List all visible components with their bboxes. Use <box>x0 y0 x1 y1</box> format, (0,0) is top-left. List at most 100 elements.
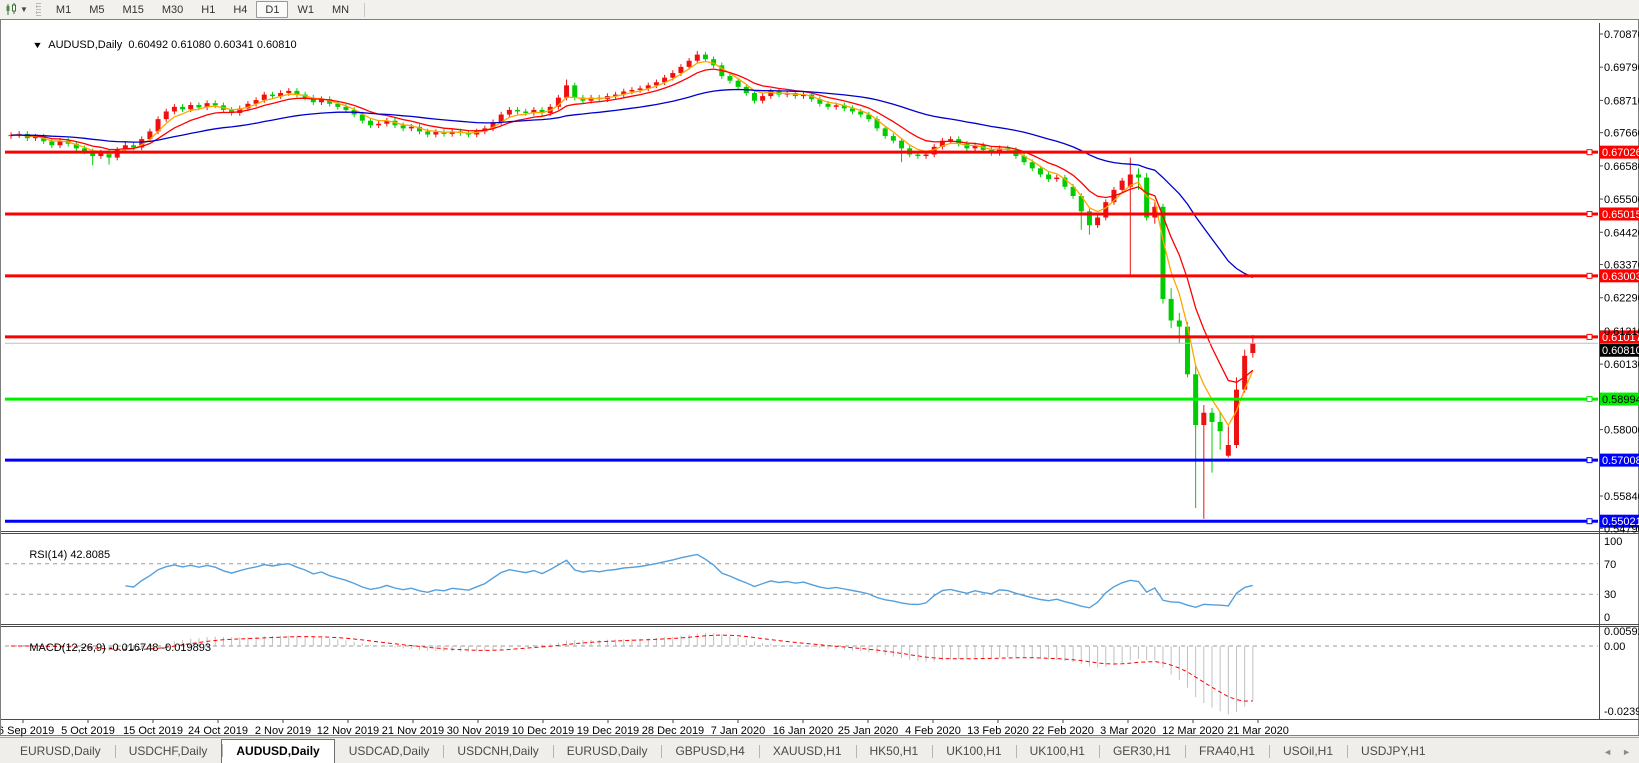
x-axis-date-label: 21 Mar 2020 <box>1227 725 1289 737</box>
x-axis-date-label: 13 Feb 2020 <box>967 725 1029 737</box>
y-axis-tick-label: 0.60130 <box>1604 359 1639 371</box>
toolbar-drag-handle[interactable] <box>35 3 41 16</box>
chart-tab-hk50-h1[interactable]: HK50,H1 <box>855 741 933 763</box>
chart-tab-uk100-h1[interactable]: UK100,H1 <box>932 741 1015 763</box>
chart-tab-ger30-h1[interactable]: GER30,H1 <box>1098 741 1185 763</box>
x-axis-labels: 26 Sep 2019 5 Oct 2019 15 Oct 2019 24 Oct 2… <box>1 719 1289 737</box>
macd-indicator-label: MACD(12,26,9) -0.016748 -0.019893 <box>11 630 211 666</box>
rsi-axis-label: 100 <box>1604 536 1622 548</box>
price-line-badge-label: 0.58994 <box>1602 394 1639 406</box>
macd-axis-label: 0.005923 <box>1604 626 1639 638</box>
price-line-badge-label: 0.57008 <box>1602 455 1639 467</box>
chart-tab-uk100-h1[interactable]: UK100,H1 <box>1015 741 1099 763</box>
x-axis-date-label: 5 Oct 2019 <box>61 725 115 737</box>
y-axis-tick-label: 0.61210 <box>1604 326 1639 338</box>
current-price-label: 0.60810 <box>1602 345 1639 357</box>
timeframe-button-m5[interactable]: M5 <box>80 1 113 18</box>
rsi-indicator-label: RSI(14) 42.8085 <box>11 537 110 573</box>
y-axis-tick-label: 0.64420 <box>1604 227 1639 239</box>
chart-tab-bar: EURUSD,Daily USDCHF,Daily AUDUSD,Daily USDC… <box>0 737 1639 763</box>
chart-tab-usdchf-daily[interactable]: USDCHF,Daily <box>114 741 222 763</box>
chart-tab-usoil-h1[interactable]: USOil,H1 <box>1269 741 1347 763</box>
y-axis-tick-label: 0.62290 <box>1604 293 1639 305</box>
x-axis-date-label: 24 Oct 2019 <box>188 725 248 737</box>
x-axis-date-label: 28 Dec 2019 <box>642 725 704 737</box>
price-line-handle[interactable] <box>1586 518 1593 525</box>
chart-ohlc-values: 0.60492 0.61080 0.60341 0.60810 <box>128 39 297 51</box>
rsi-axis-label: 30 <box>1604 589 1616 601</box>
chart-tab-audusd-daily[interactable]: AUDUSD,Daily <box>221 739 335 763</box>
price-line-handle[interactable] <box>1586 272 1593 279</box>
x-axis-date-label: 30 Nov 2019 <box>447 725 509 737</box>
chart-tab-usdjpy-h1[interactable]: USDJPY,H1 <box>1347 741 1439 763</box>
timeframe-button-h1[interactable]: H1 <box>192 1 224 18</box>
chart-symbol-label: AUDUSD,Daily <box>48 39 123 51</box>
price-line-handle[interactable] <box>1586 457 1593 464</box>
rsi-value: 42.8085 <box>70 549 111 561</box>
y-axis-tick-label: 0.58000 <box>1604 425 1639 437</box>
chart-tab-fra40-h1[interactable]: FRA40,H1 <box>1184 741 1269 763</box>
x-axis-date-label: 12 Nov 2019 <box>317 725 379 737</box>
y-axis-tick-label: 0.69790 <box>1604 62 1639 74</box>
chart-tab-eurusd-daily[interactable]: EURUSD,Daily <box>552 741 662 763</box>
x-axis-date-label: 2 Nov 2019 <box>255 725 311 737</box>
timeframe-button-h4[interactable]: H4 <box>224 1 256 18</box>
chart-tab-usdcad-daily[interactable]: USDCAD,Daily <box>335 741 444 763</box>
timeframe-button-m15[interactable]: M15 <box>113 1 152 18</box>
y-axis-tick-label: 0.54790 <box>1604 523 1639 535</box>
x-axis-date-label: 25 Jan 2020 <box>838 725 899 737</box>
price-line-handle[interactable] <box>1586 149 1593 156</box>
y-axis-tick-label: 0.55840 <box>1604 491 1639 503</box>
timeframe-toolbar: ▼ M1 M5 M15 M30 H1 H4 D1 W1 MN <box>0 0 1639 19</box>
macd-name: MACD(12,26,9) <box>29 642 106 654</box>
y-axis-tick-label: 0.70870 <box>1604 29 1639 41</box>
x-axis-date-label: 15 Oct 2019 <box>123 725 183 737</box>
chart-window: ▼ AUDUSD,Daily 0.60492 0.61080 0.60341 0.… <box>0 19 1639 737</box>
x-axis-date-label: 16 Jan 2020 <box>773 725 834 737</box>
x-axis-date-label: 7 Jan 2020 <box>711 725 765 737</box>
chart-tab-usdcnh-daily[interactable]: USDCNH,Daily <box>443 741 552 763</box>
chart-title: ▼ AUDUSD,Daily 0.60492 0.61080 0.60341 0.… <box>15 27 297 63</box>
x-axis-date-label: 4 Feb 2020 <box>905 725 961 737</box>
chart-canvas[interactable]: 0.670260.650150.630030.610170.589940.570… <box>1 20 1639 737</box>
y-axis-tick-label: 0.66580 <box>1604 161 1639 173</box>
macd-axis-label: 0.00 <box>1604 641 1625 653</box>
collapse-triangle-icon[interactable]: ▼ <box>32 40 43 50</box>
y-axis-tick-label: 0.68710 <box>1604 95 1639 107</box>
x-axis-date-label: 10 Dec 2019 <box>512 725 574 737</box>
chart-tab-xauusd-h1[interactable]: XAUUSD,H1 <box>758 741 856 763</box>
price-line-badge-label: 0.63003 <box>1602 271 1639 283</box>
tab-scroll-right-icon[interactable]: ► <box>1622 747 1631 757</box>
price-line-handle[interactable] <box>1586 210 1593 217</box>
toolbar-separator <box>364 2 366 17</box>
price-line-handle[interactable] <box>1586 333 1593 340</box>
y-axis-tick-label: 0.67660 <box>1604 128 1639 140</box>
app-window: ▼ M1 M5 M15 M30 H1 H4 D1 W1 MN ▼ AUDUSD,Daily 0.6… <box>0 0 1639 763</box>
chart-tab-gbpusd-h4[interactable]: GBPUSD,H4 <box>661 741 758 763</box>
rsi-axis-label: 70 <box>1604 559 1616 571</box>
timeframe-button-d1[interactable]: D1 <box>256 1 289 18</box>
chevron-down-icon[interactable]: ▼ <box>20 5 28 14</box>
macd-values: -0.016748 -0.019893 <box>108 642 211 654</box>
price-line-badge-label: 0.65015 <box>1602 209 1639 221</box>
rsi-name: RSI(14) <box>29 549 68 561</box>
x-axis-date-label: 21 Nov 2019 <box>382 725 444 737</box>
candlestick-chart-icon[interactable] <box>3 2 19 17</box>
timeframe-button-m30[interactable]: M30 <box>153 1 192 18</box>
timeframe-button-m1[interactable]: M1 <box>47 1 80 18</box>
x-axis-date-label: 19 Dec 2019 <box>577 725 639 737</box>
price-line-handle[interactable] <box>1586 396 1593 403</box>
price-line-badge-label: 0.67026 <box>1602 147 1639 159</box>
chart-tab-eurusd-daily[interactable]: EURUSD,Daily <box>6 741 115 763</box>
tab-scroll-left-icon[interactable]: ◄ <box>1603 747 1612 757</box>
y-axis-tick-label: 0.63370 <box>1604 260 1639 272</box>
x-axis-date-label: 3 Mar 2020 <box>1100 725 1156 737</box>
x-axis-date-label: 22 Feb 2020 <box>1032 725 1094 737</box>
timeframe-button-mn[interactable]: MN <box>323 1 358 18</box>
plot-background <box>4 23 1600 719</box>
x-axis-date-label: 12 Mar 2020 <box>1162 725 1224 737</box>
rsi-axis-label: 0 <box>1604 612 1610 624</box>
timeframe-button-w1[interactable]: W1 <box>288 1 323 18</box>
macd-axis-label: -0.023944 <box>1604 706 1639 718</box>
x-axis-date-label: 26 Sep 2019 <box>1 725 54 737</box>
